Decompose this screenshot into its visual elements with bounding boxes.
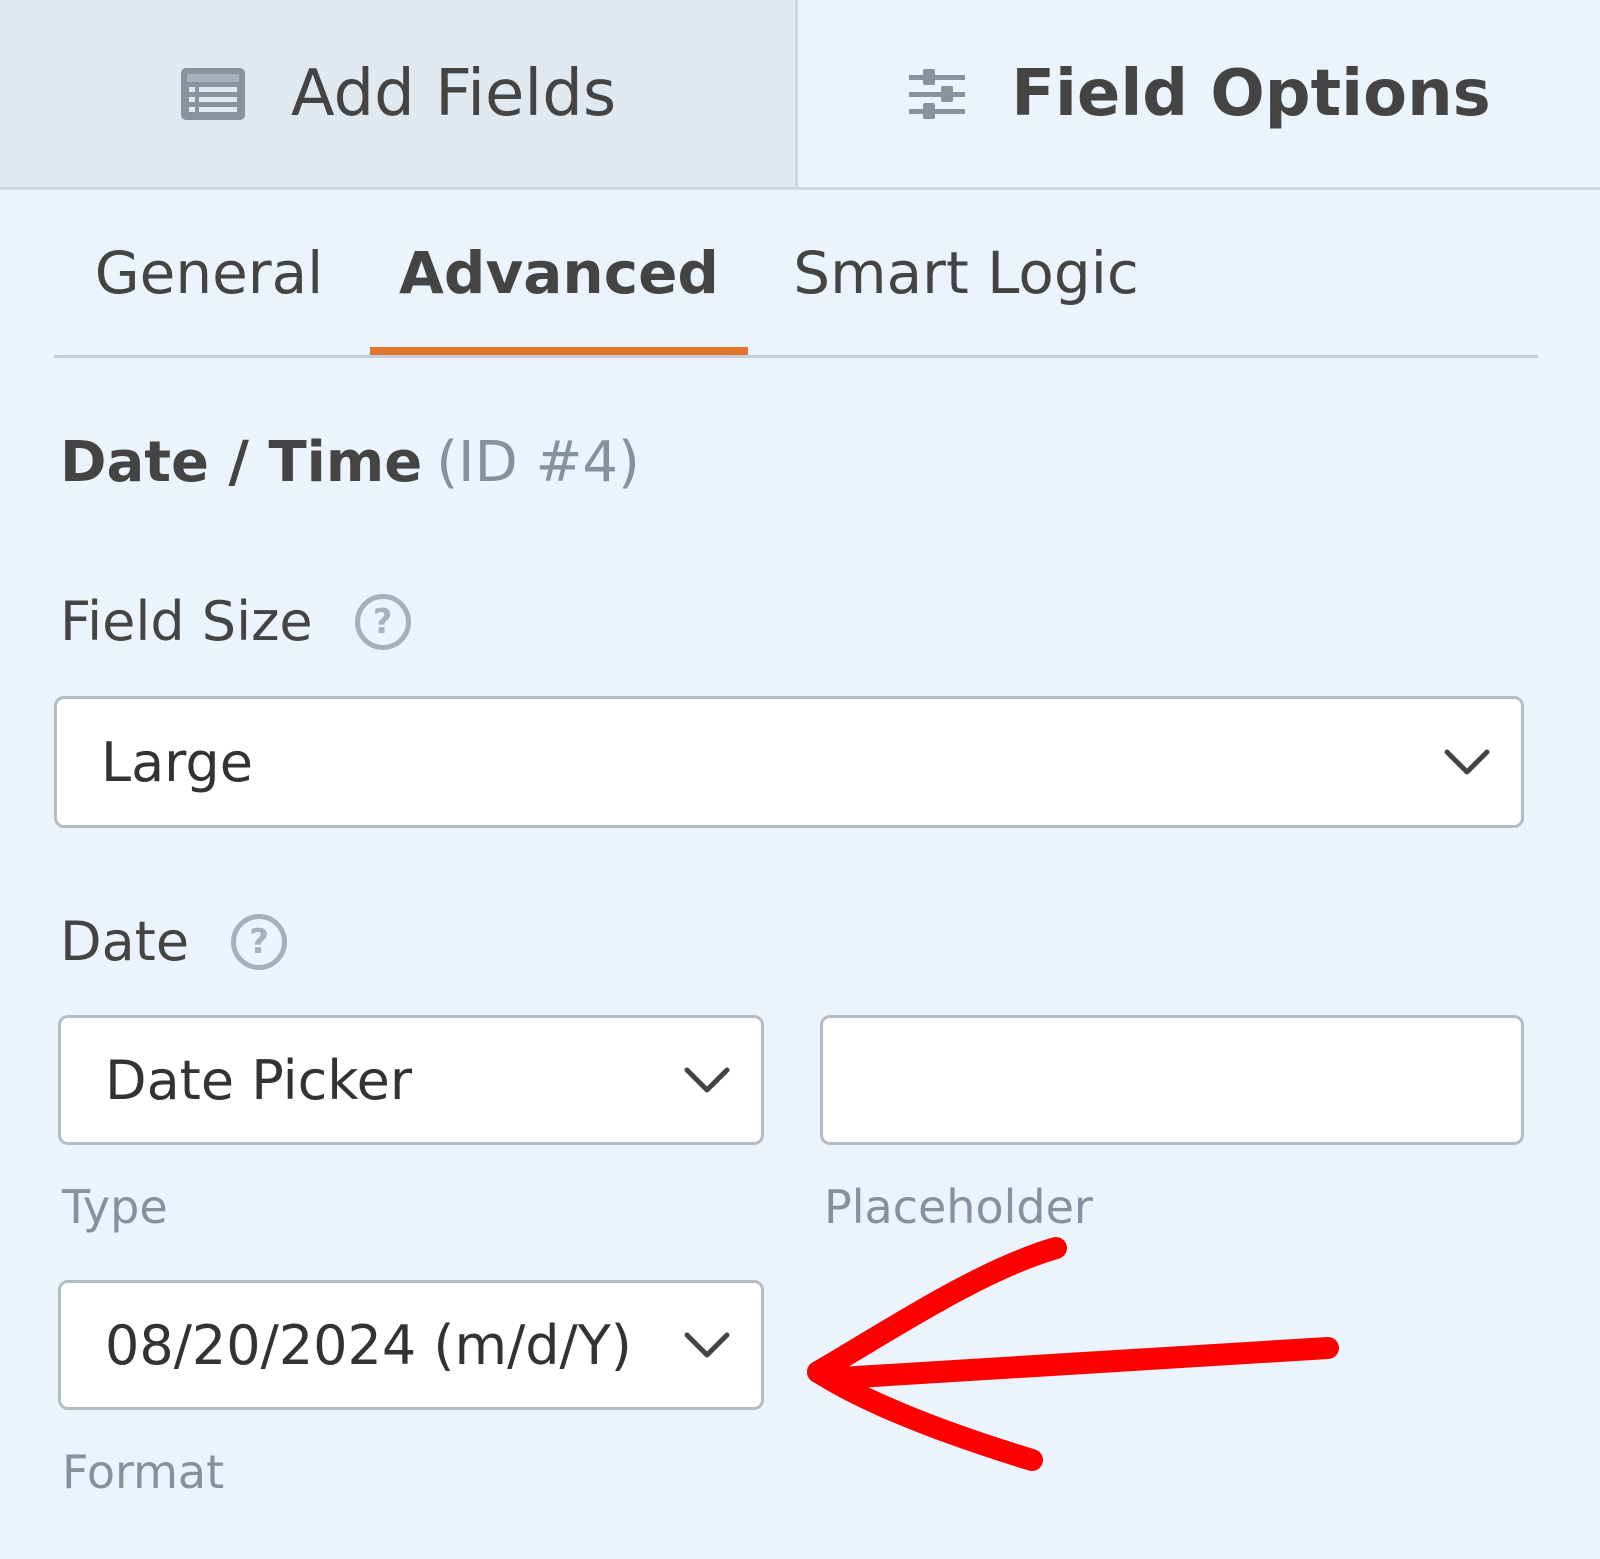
field-size-value: Large (101, 730, 253, 794)
list-form-icon (179, 66, 247, 122)
help-circle-icon[interactable]: ? (354, 593, 411, 650)
field-size-select[interactable]: Large (54, 696, 1524, 828)
date-type-select[interactable]: Date Picker (58, 1015, 764, 1145)
chevron-down-icon (683, 1330, 731, 1360)
date-type-value: Date Picker (105, 1048, 413, 1112)
chevron-down-icon (683, 1065, 731, 1095)
date-type-caption: Type (62, 1180, 168, 1234)
sub-tab-bar: General Advanced Smart Logic (54, 190, 1538, 358)
tab-add-fields[interactable]: Add Fields (0, 0, 798, 187)
date-label-row: Date ? (60, 910, 288, 973)
subtab-advanced[interactable]: Advanced (370, 190, 748, 355)
chevron-down-icon (1443, 747, 1491, 777)
field-id: (ID #4) (436, 430, 640, 495)
subtab-general[interactable]: General (95, 190, 324, 355)
date-placeholder-caption: Placeholder (824, 1180, 1093, 1234)
date-placeholder-input[interactable] (820, 1015, 1524, 1145)
tab-field-options-label: Field Options (1011, 56, 1491, 131)
date-format-value: 08/20/2024 (m/d/Y) (105, 1313, 632, 1377)
date-format-select[interactable]: 08/20/2024 (m/d/Y) (58, 1280, 764, 1410)
date-format-caption: Format (62, 1445, 225, 1499)
field-size-label: Field Size (60, 590, 313, 653)
tab-field-options[interactable]: Field Options (798, 0, 1600, 187)
field-name: Date / Time (60, 430, 423, 495)
subtab-smart-logic[interactable]: Smart Logic (786, 190, 1146, 355)
tab-add-fields-label: Add Fields (290, 56, 617, 131)
field-size-label-row: Field Size ? (60, 590, 411, 653)
help-circle-icon[interactable]: ? (231, 913, 288, 970)
field-title: Date / Time (ID #4) (60, 430, 640, 495)
sliders-icon (907, 66, 967, 122)
top-tab-bar: Add Fields Field Options (0, 0, 1600, 190)
date-label: Date (60, 910, 190, 973)
